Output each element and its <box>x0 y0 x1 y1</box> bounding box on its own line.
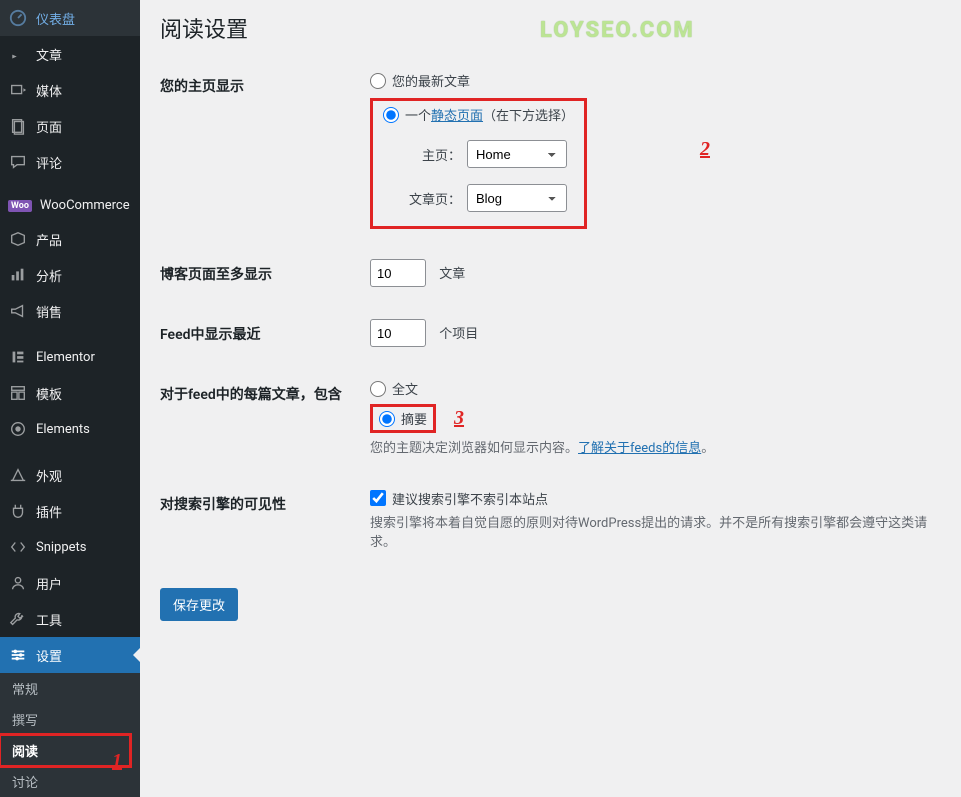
appearance-icon <box>8 465 28 485</box>
input-feed-items[interactable] <box>370 319 426 347</box>
sidebar-item-products[interactable]: 产品 <box>0 221 140 257</box>
plugin-icon <box>8 501 28 521</box>
settings-submenu: 常规 撰写 阅读 讨论 <box>0 673 140 797</box>
radio-summary-label: 摘要 <box>401 409 427 428</box>
sidebar-item-tools[interactable]: 工具 <box>0 601 140 637</box>
sidebar-item-label: 评论 <box>36 153 62 172</box>
homepage-select-label: 主页： <box>405 145 461 164</box>
sidebar-item-label: WooCommerce <box>40 198 130 213</box>
posts-page-select[interactable]: Blog <box>467 184 567 212</box>
content-area: LOYSEO.COM 阅读设置 2 您的主页显示 您的最新文章 一个静态页面（在… <box>140 0 961 797</box>
sidebar-item-label: 外观 <box>36 466 62 485</box>
sidebar-item-label: 插件 <box>36 502 62 521</box>
label-homepage-displays: 您的主页显示 <box>160 56 360 244</box>
radio-full-text-label: 全文 <box>392 379 418 398</box>
save-button[interactable]: 保存更改 <box>160 588 238 621</box>
settings-icon <box>8 645 28 665</box>
static-page-highlight-box: 一个静态页面（在下方选择） 主页： Home 文章页： <box>370 98 587 229</box>
media-icon <box>8 80 28 100</box>
sidebar-item-dashboard[interactable]: 仪表盘 <box>0 0 140 36</box>
sidebar-item-pages[interactable]: 页面 <box>0 108 140 144</box>
radio-static-suffix: （在下方选择） <box>483 109 574 124</box>
comment-icon <box>8 152 28 172</box>
user-icon <box>8 573 28 593</box>
radio-summary-row[interactable]: 摘要 <box>379 409 427 428</box>
radio-latest-posts[interactable] <box>370 73 386 89</box>
sidebar-item-label: Elements <box>36 422 90 437</box>
sidebar-item-snippets[interactable]: Snippets <box>0 529 140 565</box>
radio-latest-posts-row[interactable]: 您的最新文章 <box>370 71 931 90</box>
posts-page-select-label: 文章页： <box>405 189 461 208</box>
snippets-icon <box>8 537 28 557</box>
sidebar-item-label: Snippets <box>36 540 87 555</box>
label-feed-each: 对于feed中的每篇文章，包含 <box>160 364 360 474</box>
analytics-icon <box>8 265 28 285</box>
checkbox-noindex[interactable] <box>370 490 386 506</box>
sidebar-item-label: 分析 <box>36 266 62 285</box>
sidebar-item-label: 文章 <box>36 45 62 64</box>
page-icon <box>8 116 28 136</box>
sidebar-item-label: 仪表盘 <box>36 9 75 28</box>
homepage-select[interactable]: Home <box>467 140 567 168</box>
sidebar-item-label: Elementor <box>36 350 95 365</box>
sidebar-item-label: 用户 <box>36 574 62 593</box>
annotation-2: 2 <box>700 138 710 161</box>
unit-posts: 文章 <box>439 267 465 282</box>
radio-static-page-row[interactable]: 一个静态页面（在下方选择） <box>383 105 574 124</box>
sidebar-item-elementor[interactable]: Elementor <box>0 339 140 375</box>
label-feed-recent: Feed中显示最近 <box>160 304 360 364</box>
radio-full-text[interactable] <box>370 381 386 397</box>
sidebar-item-elements[interactable]: Elements <box>0 411 140 447</box>
sidebar-item-appearance[interactable]: 外观 <box>0 457 140 493</box>
template-icon <box>8 383 28 403</box>
woo-icon: Woo <box>8 200 32 212</box>
unit-items: 个项目 <box>439 327 478 342</box>
elementor-icon <box>8 347 28 367</box>
sidebar-item-media[interactable]: 媒体 <box>0 72 140 108</box>
input-posts-per-page[interactable] <box>370 259 426 287</box>
pin-icon <box>8 44 28 64</box>
elements-icon <box>8 419 28 439</box>
sidebar-item-templates[interactable]: 模板 <box>0 375 140 411</box>
sidebar-item-label: 产品 <box>36 230 62 249</box>
label-search-visibility: 对搜索引擎的可见性 <box>160 474 360 568</box>
page-title: 阅读设置 <box>160 0 941 48</box>
checkbox-noindex-label: 建议搜索引擎不索引本站点 <box>392 489 548 508</box>
sidebar-item-label: 模板 <box>36 384 62 403</box>
label-blog-show: 博客页面至多显示 <box>160 244 360 304</box>
sidebar-item-label: 销售 <box>36 302 62 321</box>
sidebar-item-label: 工具 <box>36 610 62 629</box>
annotation-3: 3 <box>454 407 464 430</box>
sidebar-item-woocommerce[interactable]: Woo WooCommerce <box>0 190 140 221</box>
radio-full-text-row[interactable]: 全文 <box>370 379 931 398</box>
sidebar-item-posts[interactable]: 文章 <box>0 36 140 72</box>
sidebar-item-label: 页面 <box>36 117 62 136</box>
radio-static-page[interactable] <box>383 107 399 123</box>
submenu-writing[interactable]: 撰写 <box>0 704 140 735</box>
marketing-icon <box>8 301 28 321</box>
sidebar-item-users[interactable]: 用户 <box>0 565 140 601</box>
summary-highlight-box: 摘要 <box>370 404 436 433</box>
submenu-general[interactable]: 常规 <box>0 673 140 704</box>
product-icon <box>8 229 28 249</box>
admin-sidebar: 仪表盘 文章 媒体 页面 评论 Woo WooCommerce 产品 <box>0 0 140 797</box>
feed-description: 您的主题决定浏览器如何显示内容。了解关于feeds的信息。 <box>370 439 931 459</box>
sidebar-item-marketing[interactable]: 销售 <box>0 293 140 329</box>
feed-info-link[interactable]: 了解关于feeds的信息 <box>578 441 701 456</box>
search-visibility-description: 搜索引擎将本着自觉自愿的原则对待WordPress提出的请求。并不是所有搜索引擎… <box>370 514 931 553</box>
sidebar-item-plugins[interactable]: 插件 <box>0 493 140 529</box>
radio-static-prefix: 一个 <box>405 109 431 124</box>
sidebar-item-label: 设置 <box>36 646 62 665</box>
sidebar-item-analytics[interactable]: 分析 <box>0 257 140 293</box>
checkbox-noindex-row[interactable]: 建议搜索引擎不索引本站点 <box>370 489 931 508</box>
radio-latest-posts-label: 您的最新文章 <box>392 71 470 90</box>
static-page-link[interactable]: 静态页面 <box>431 109 483 124</box>
tool-icon <box>8 609 28 629</box>
dashboard-icon <box>8 8 28 28</box>
sidebar-item-label: 媒体 <box>36 81 62 100</box>
annotation-1: 1 <box>112 750 122 773</box>
sidebar-item-settings[interactable]: 设置 <box>0 637 140 673</box>
sidebar-item-comments[interactable]: 评论 <box>0 144 140 180</box>
radio-summary[interactable] <box>379 411 395 427</box>
